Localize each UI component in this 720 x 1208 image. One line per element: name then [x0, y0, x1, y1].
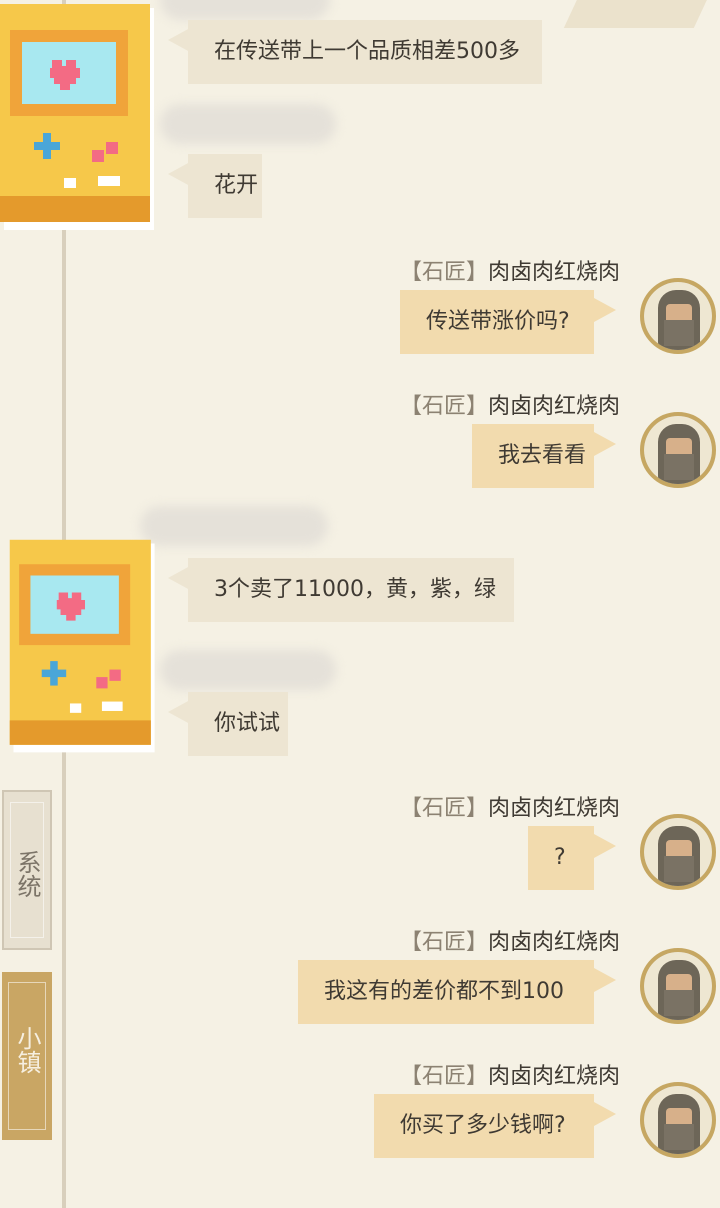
sender-tag: 【石匠】	[399, 260, 488, 285]
chat-bubble: 你试试	[188, 692, 288, 756]
hooded-mason-avatar[interactable]	[640, 814, 716, 890]
sender-nickname: 肉卤肉红烧肉	[487, 394, 620, 419]
sender-name: 【石匠】肉卤肉红烧肉	[400, 790, 620, 822]
gameboy-heart-icon[interactable]	[4, 536, 166, 758]
bubble-tail	[168, 28, 190, 52]
bubble-tail	[594, 1102, 616, 1126]
chat-bubble: 我去看看	[472, 424, 594, 488]
hooded-mason-avatar[interactable]	[640, 278, 716, 354]
bubble-tail	[594, 834, 616, 858]
sender-tag: 【石匠】	[399, 930, 488, 955]
chat-bubble: ?	[528, 826, 594, 890]
tab-town[interactable]: 小镇	[2, 972, 52, 1140]
sender-name: 【石匠】肉卤肉红烧肉	[400, 924, 620, 956]
hooded-mason-avatar[interactable]	[640, 948, 716, 1024]
redacted-name	[160, 0, 330, 20]
chat-bubble: 在传送带上一个品质相差500多	[188, 20, 542, 84]
sender-name: 【石匠】肉卤肉红烧肉	[400, 254, 620, 286]
bubble-tail	[168, 700, 190, 724]
sender-nickname: 肉卤肉红烧肉	[487, 796, 620, 821]
gameboy-heart-icon[interactable]	[0, 0, 160, 236]
chat-bubble: 3个卖了11000，黄，紫，绿	[188, 558, 514, 622]
bubble-tail	[594, 432, 616, 456]
sender-tag: 【石匠】	[399, 796, 488, 821]
chat-bubble: 你买了多少钱啊?	[374, 1094, 594, 1158]
tab-system[interactable]: 系统	[2, 790, 52, 950]
sender-name: 【石匠】肉卤肉红烧肉	[400, 1058, 620, 1090]
chat-bubble: 我这有的差价都不到100	[298, 960, 594, 1024]
sender-name: 【石匠】肉卤肉红烧肉	[400, 388, 620, 420]
bubble-tail	[594, 298, 616, 322]
hooded-mason-avatar[interactable]	[640, 1082, 716, 1158]
chat-bubble: 花开	[188, 154, 262, 218]
bubble-tail	[168, 162, 190, 186]
header-decoration	[563, 0, 717, 28]
sender-nickname: 肉卤肉红烧肉	[487, 1064, 620, 1089]
chat-bubble: 传送带涨价吗?	[400, 290, 594, 354]
bubble-tail	[594, 968, 616, 992]
bubble-tail	[168, 566, 190, 590]
hooded-mason-avatar[interactable]	[640, 412, 716, 488]
redacted-name	[140, 506, 328, 546]
tab-frame	[8, 982, 46, 1130]
sender-tag: 【石匠】	[399, 1064, 488, 1089]
sender-nickname: 肉卤肉红烧肉	[487, 260, 620, 285]
sender-tag: 【石匠】	[399, 394, 488, 419]
tab-frame	[10, 802, 44, 938]
redacted-name	[160, 650, 336, 690]
sender-nickname: 肉卤肉红烧肉	[487, 930, 620, 955]
redacted-name	[160, 104, 336, 144]
